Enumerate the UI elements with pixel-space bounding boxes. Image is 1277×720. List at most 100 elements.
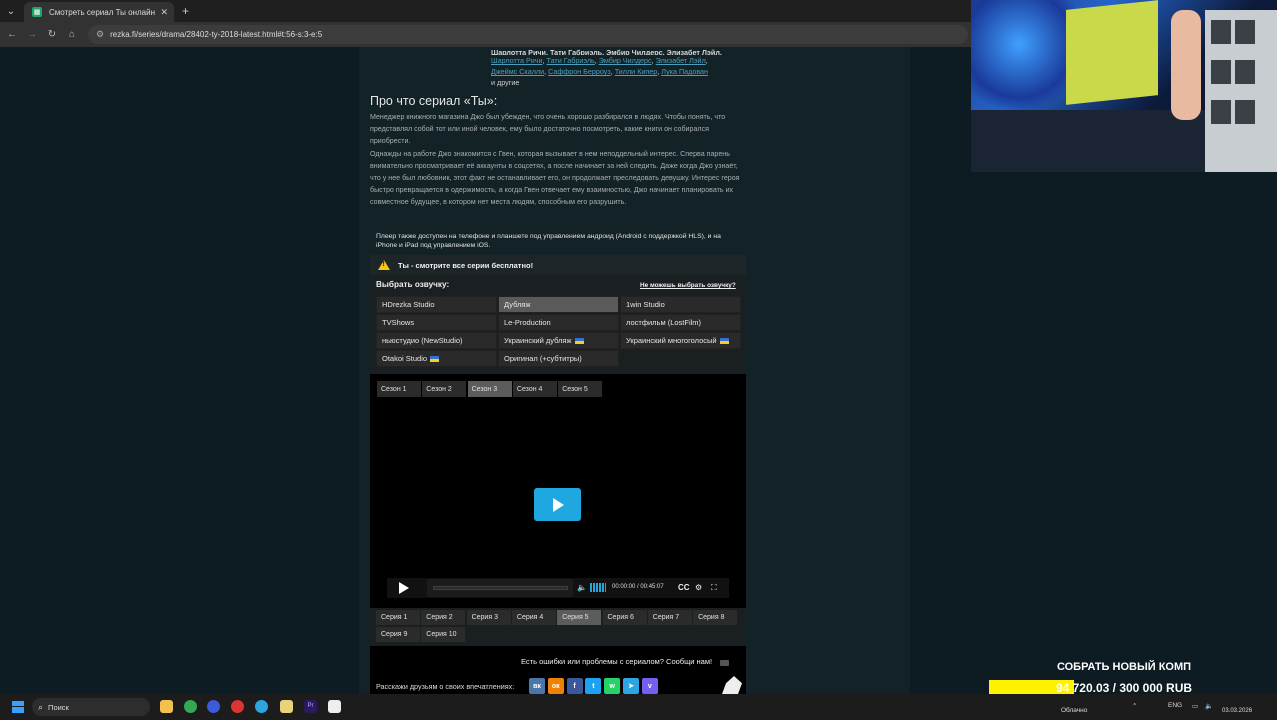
play-icon[interactable] [399,582,409,594]
settings-icon[interactable]: ⚙ [695,583,702,592]
viber-icon[interactable]: v [641,678,658,694]
vk-icon[interactable]: вк [529,678,545,694]
share-label: Расскажи друзьям о своих впечатлениях: [376,682,515,691]
telegram-icon[interactable] [255,700,268,713]
language-indicator[interactable]: ENG [1168,702,1182,709]
episode-tab[interactable]: Серия 6 [602,610,647,625]
season-tab[interactable]: Сезон 1 [377,381,421,397]
about-heading: Про что сериал «Ты»: [370,94,498,108]
captions-icon[interactable]: CC [678,583,690,592]
facebook-icon[interactable]: f [566,678,583,694]
new-tab-icon[interactable]: + [182,4,189,18]
episode-tab[interactable]: Серия 4 [511,610,556,625]
opera-icon[interactable] [231,700,244,713]
tab-search-icon[interactable]: ⌄ [0,0,22,22]
taskbar-search[interactable]: ⌕ Поиск [32,698,150,716]
voice-option[interactable]: Otakoi Studio [376,350,497,367]
odnoklassniki-icon[interactable]: ок [547,678,564,694]
back-icon[interactable]: ← [2,29,22,40]
season-tab[interactable]: Сезон 4 [512,381,557,397]
voice-option[interactable]: HDrezka Studio [376,296,497,313]
search-placeholder: Поиск [48,702,69,712]
season-tab[interactable]: Сезон 2 [422,381,467,397]
voice-option-label: Otakoi Studio [382,354,428,363]
episode-tab[interactable]: Серия 3 [466,610,511,625]
app-icon[interactable] [280,700,293,713]
site-settings-icon[interactable]: ⚙ [96,29,104,40]
voice-option-label: HDrezka Studio [382,300,435,309]
actor-link[interactable]: Элизабет Лэйл [656,56,706,65]
telegram-icon[interactable]: ➤ [623,678,639,694]
episode-tab[interactable]: Серия 8 [693,610,738,625]
cast-more: и другие [491,78,520,87]
season-tab[interactable]: Сезон 5 [558,381,603,397]
seek-bar[interactable] [433,586,568,590]
big-play-button[interactable] [534,488,581,521]
app-icon[interactable] [207,700,220,713]
actor-link[interactable]: Эмбир Чилдерс [599,56,652,65]
webcam-desk [971,110,1211,172]
file-explorer-icon[interactable] [160,700,173,713]
episode-tab[interactable]: Серия 1 [376,610,420,625]
actor-link[interactable]: Джеймс Скалли [491,67,544,76]
volume-tray-icon[interactable]: 🔈 [1205,702,1213,710]
windows-start-icon[interactable] [12,701,24,713]
actor-link[interactable]: Саффрон Берроуз [548,67,611,76]
actor-link[interactable]: Тати Габриэль [547,56,595,65]
voice-option-label: Оригинал (+субтитры) [504,354,582,363]
voice-heading: Выбрать озвучку: [376,280,450,289]
free-notice-bar: Ты - смотрите все серии бесплатно! [370,255,746,275]
app-icon[interactable] [328,700,341,713]
report-error-link[interactable]: Есть ошибки или проблемы с сериалом? Соо… [521,657,712,666]
address-bar[interactable]: ⚙ rezka.fi/series/drama/28402-ty-2018-la… [88,25,968,44]
network-icon[interactable]: ▭ [1192,702,1198,710]
ukraine-flag-icon [430,355,440,362]
episode-tab[interactable]: Серия 9 [376,627,420,642]
episode-tab[interactable]: Серия 2 [421,610,466,625]
voice-option[interactable]: Оригинал (+субтитры) [498,350,619,367]
voice-option[interactable]: ньюстудио (NewStudio) [376,332,497,349]
episode-tab[interactable]: Серия 5 [557,610,602,625]
whatsapp-icon[interactable]: w [604,678,621,694]
volume-icon[interactable]: 🔈 [577,583,587,592]
cast-list: Шарлотта Ричи, Тати Габриэль, Эмбир Чилд… [491,47,741,88]
premiere-icon[interactable]: Pr [304,700,317,713]
voice-option[interactable]: Le-Production [498,314,619,331]
player-note: Плеер также доступен на телефоне и планш… [376,233,721,249]
close-tab-icon[interactable]: ✕ [160,7,168,18]
voice-option-label: 1win Studio [626,300,665,309]
episode-tab[interactable]: Серия 10 [421,627,466,642]
webcam-shelf [1205,10,1277,172]
actor-link[interactable]: Шарлотта Ричи [491,56,543,65]
voice-option[interactable]: Украинский многоголосый [620,332,741,349]
volume-slider[interactable] [590,583,606,592]
about-paragraph: Однажды на работе Джо знакомится с Гвен,… [370,149,740,207]
voice-option-label: Дубляж [504,300,531,309]
fullscreen-icon[interactable]: ⛶ [711,583,717,593]
voice-help-link[interactable]: Не можешь выбрать озвучку? [640,282,736,289]
search-icon: ⌕ [38,701,44,712]
goal-amount: 94 720.03 / 300 000 RUB [1055,681,1193,695]
home-icon[interactable]: ⌂ [62,29,82,40]
tray-date: 03.03.2026 [1222,708,1253,714]
report-icon[interactable] [720,660,729,666]
actor-link[interactable]: Лука Падован [661,67,708,76]
reload-icon[interactable]: ↻ [42,29,62,40]
voice-option[interactable]: лостфильм (LostFilm) [620,314,741,331]
browser-tab[interactable]: ▦ Смотреть сериал Ты онлайн б ✕ [24,2,174,22]
voice-option[interactable]: 1win Studio [620,296,741,313]
voice-option[interactable]: Украинский дубляж [498,332,619,349]
actor-link[interactable]: Тилли Кипер [615,67,658,76]
season-tab[interactable]: Сезон 3 [467,381,512,397]
voice-option-label: лостфильм (LostFilm) [626,318,702,327]
voice-option[interactable]: Дубляж [498,296,619,313]
tray-chevron-icon[interactable]: ⌃ [1132,702,1137,710]
episode-tab[interactable]: Серия 7 [647,610,692,625]
site-favicon-icon: ▦ [32,7,42,17]
twitter-icon[interactable]: t [585,678,602,694]
chrome-icon[interactable] [184,700,197,713]
forward-icon[interactable]: → [22,29,42,40]
voice-option-label: ньюстудио (NewStudio) [382,336,463,345]
voice-option[interactable]: TVShows [376,314,497,331]
cast-cut-line: Шарлотта Ричи, Тати Габриэль, Эмбир Чилд… [491,48,722,55]
